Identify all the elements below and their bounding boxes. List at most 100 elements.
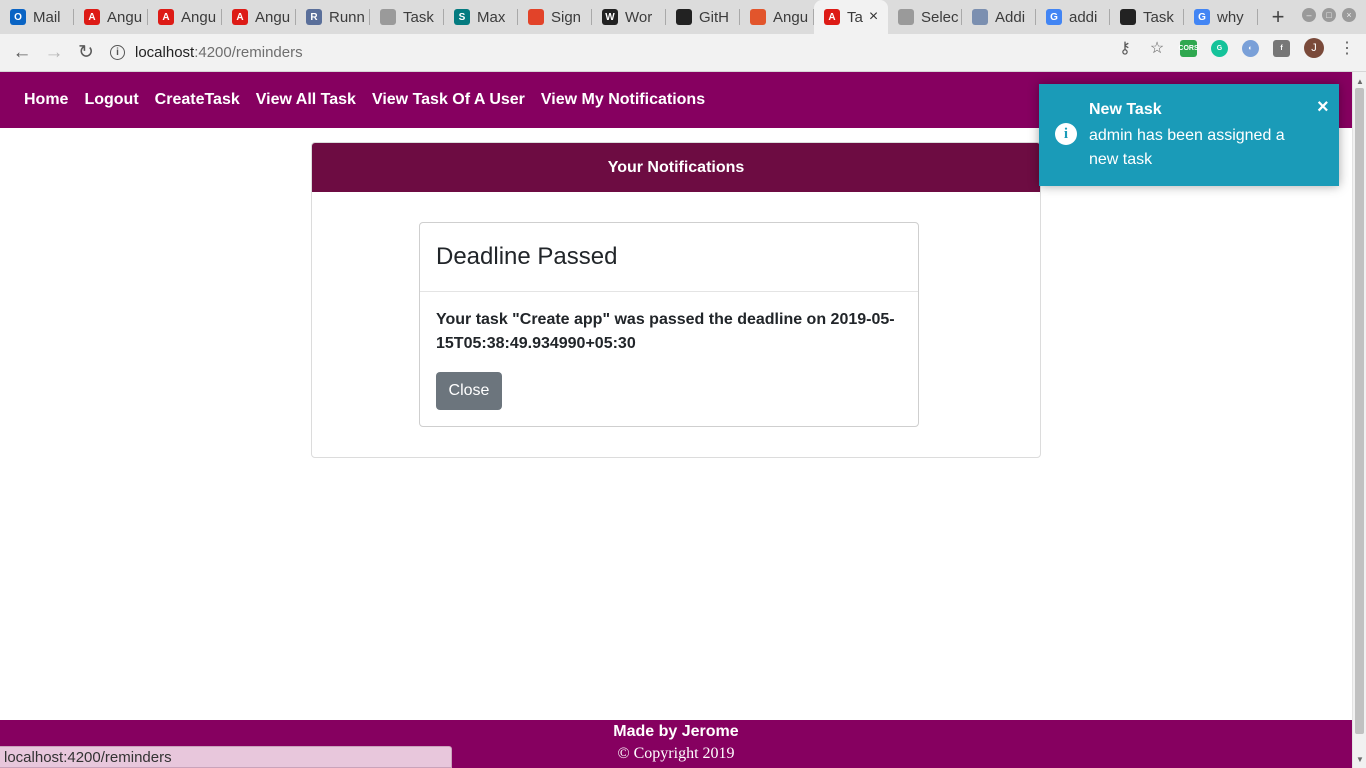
- notification-card: Deadline Passed Your task "Create app" w…: [419, 222, 919, 427]
- info-icon[interactable]: i: [110, 45, 125, 60]
- new-tab-button[interactable]: +: [1258, 0, 1298, 34]
- browser-tab[interactable]: S Max: [444, 0, 518, 34]
- tab-label: Runn: [329, 8, 365, 26]
- scroll-down-arrow[interactable]: ▼: [1353, 752, 1366, 766]
- footer-made-by: Made by Jerome: [613, 723, 739, 740]
- tab-label: GitH: [699, 8, 729, 26]
- browser-tab[interactable]: A Angu: [222, 0, 296, 34]
- angular-icon: A: [84, 9, 100, 25]
- tab-label: Task: [1143, 8, 1174, 26]
- browser-tab[interactable]: O Mail: [0, 0, 74, 34]
- nav-home[interactable]: Home: [24, 91, 68, 109]
- tab-close-icon[interactable]: ×: [869, 8, 878, 26]
- tab-label: Sign: [551, 8, 582, 26]
- tab-label: Angu: [107, 8, 143, 26]
- nav-view-my-notifications[interactable]: View My Notifications: [541, 91, 705, 109]
- back-button[interactable]: ←: [6, 37, 38, 69]
- address-bar[interactable]: i localhost:4200/reminders: [110, 38, 1070, 68]
- globe-icon: [380, 9, 396, 25]
- toast-message: admin has been assigned a new task: [1089, 127, 1285, 168]
- cors-extension-icon[interactable]: CORS: [1178, 39, 1199, 57]
- browser-tab[interactable]: Gwhy: [1184, 0, 1258, 34]
- maximize-button[interactable]: □: [1322, 8, 1336, 22]
- key-icon[interactable]: ⚷: [1116, 39, 1134, 57]
- window-controls: – □ ×: [1302, 8, 1356, 22]
- tab-label: Mail: [33, 8, 61, 26]
- reload-button[interactable]: ↻: [70, 37, 102, 69]
- notifications-header: Your Notifications: [312, 143, 1040, 192]
- sharepoint-icon: S: [454, 9, 470, 25]
- extension-icon[interactable]: ◐: [1242, 39, 1259, 57]
- browser-tab[interactable]: Gaddi: [1036, 0, 1110, 34]
- browser-tab[interactable]: R Runn: [296, 0, 370, 34]
- tab-label: Angu: [773, 8, 809, 26]
- tab-list: O Mail A Angu A Angu A Angu R Runn Task S Max Sign W Wo…: [0, 0, 1258, 34]
- google-icon: G: [1194, 9, 1210, 25]
- bookmark-star-icon[interactable]: ☆: [1148, 39, 1166, 57]
- browser-tab[interactable]: Sign: [518, 0, 592, 34]
- github-icon: [676, 9, 692, 25]
- close-window-button[interactable]: ×: [1342, 8, 1356, 22]
- notification-title: Deadline Passed: [420, 223, 918, 292]
- close-notification-button[interactable]: Close: [436, 372, 502, 410]
- tab-label: Angu: [181, 8, 217, 26]
- browser-tab[interactable]: Angu: [740, 0, 814, 34]
- notification-body: Your task "Create app" was passed the de…: [420, 292, 918, 410]
- notifications-panel: Your Notifications Deadline Passed Your …: [311, 142, 1041, 458]
- browser-tab[interactable]: Addi: [962, 0, 1036, 34]
- grammarly-extension-icon[interactable]: G: [1211, 39, 1228, 57]
- nav-create-task[interactable]: CreateTask: [155, 91, 240, 109]
- tab-strip: O Mail A Angu A Angu A Angu R Runn Task S Max Sign W Wo…: [0, 0, 1366, 34]
- image-icon: [972, 9, 988, 25]
- url-path: :4200/reminders: [194, 44, 303, 61]
- github-icon: [1120, 9, 1136, 25]
- browser-tab[interactable]: W Wor: [592, 0, 666, 34]
- browser-tab[interactable]: GitH: [666, 0, 740, 34]
- tab-label: why: [1217, 8, 1244, 26]
- nav-view-task-of-user[interactable]: View Task Of A User: [372, 91, 525, 109]
- browser-tab[interactable]: A Ta ×: [814, 0, 888, 34]
- angular-icon: A: [158, 9, 174, 25]
- stackblitz-icon: [750, 9, 766, 25]
- runner-icon: R: [306, 9, 322, 25]
- toast-close-button[interactable]: ×: [1317, 96, 1329, 119]
- tab-label: Max: [477, 8, 506, 26]
- status-bar: localhost:4200/reminders: [0, 746, 452, 768]
- scroll-up-arrow[interactable]: ▲: [1353, 74, 1366, 88]
- tab-label: Wor: [625, 8, 653, 26]
- tab-label: Angu: [255, 8, 291, 26]
- outlook-icon: O: [10, 9, 26, 25]
- browser-tab[interactable]: A Angu: [74, 0, 148, 34]
- browser-toolbar: ← → ↻ i localhost:4200/reminders ⚷ ☆ COR…: [0, 34, 1366, 72]
- info-circle-icon: i: [1055, 123, 1077, 145]
- nav-view-all-task[interactable]: View All Task: [256, 91, 356, 109]
- tab-label: Selec: [921, 8, 959, 26]
- toast-notification[interactable]: i New Task admin has been assigned a new…: [1039, 84, 1339, 186]
- angular-icon: A: [232, 9, 248, 25]
- tab-label: Ta: [847, 8, 863, 26]
- scroll-thumb[interactable]: [1355, 88, 1364, 734]
- gitlab-icon: [528, 9, 544, 25]
- browser-tab[interactable]: Selec: [888, 0, 962, 34]
- angular-icon: A: [824, 9, 840, 25]
- nav-logout[interactable]: Logout: [84, 91, 138, 109]
- minimize-button[interactable]: –: [1302, 8, 1316, 22]
- tab-label: addi: [1069, 8, 1098, 26]
- google-icon: G: [1046, 9, 1062, 25]
- profile-avatar[interactable]: J: [1304, 38, 1324, 58]
- browser-tab[interactable]: A Angu: [148, 0, 222, 34]
- menu-kebab-icon[interactable]: ⋮: [1338, 39, 1356, 57]
- facebook-extension-icon[interactable]: f: [1273, 39, 1290, 57]
- tab-label: Task: [403, 8, 434, 26]
- url-host: localhost: [135, 44, 195, 61]
- forward-button[interactable]: →: [38, 37, 70, 69]
- tab-label: Addi: [995, 8, 1026, 26]
- browser-tab[interactable]: Task: [1110, 0, 1184, 34]
- browser-tab[interactable]: Task: [370, 0, 444, 34]
- toast-title: New Task: [1089, 101, 1162, 118]
- notification-message: Your task "Create app" was passed the de…: [436, 311, 895, 352]
- toolbar-actions: ⚷ ☆ CORS G ◐ f J ⋮: [1116, 38, 1356, 58]
- page-scrollbar[interactable]: ▲ ▼: [1352, 72, 1366, 768]
- globe-icon: [898, 9, 914, 25]
- wordpress-icon: W: [602, 9, 618, 25]
